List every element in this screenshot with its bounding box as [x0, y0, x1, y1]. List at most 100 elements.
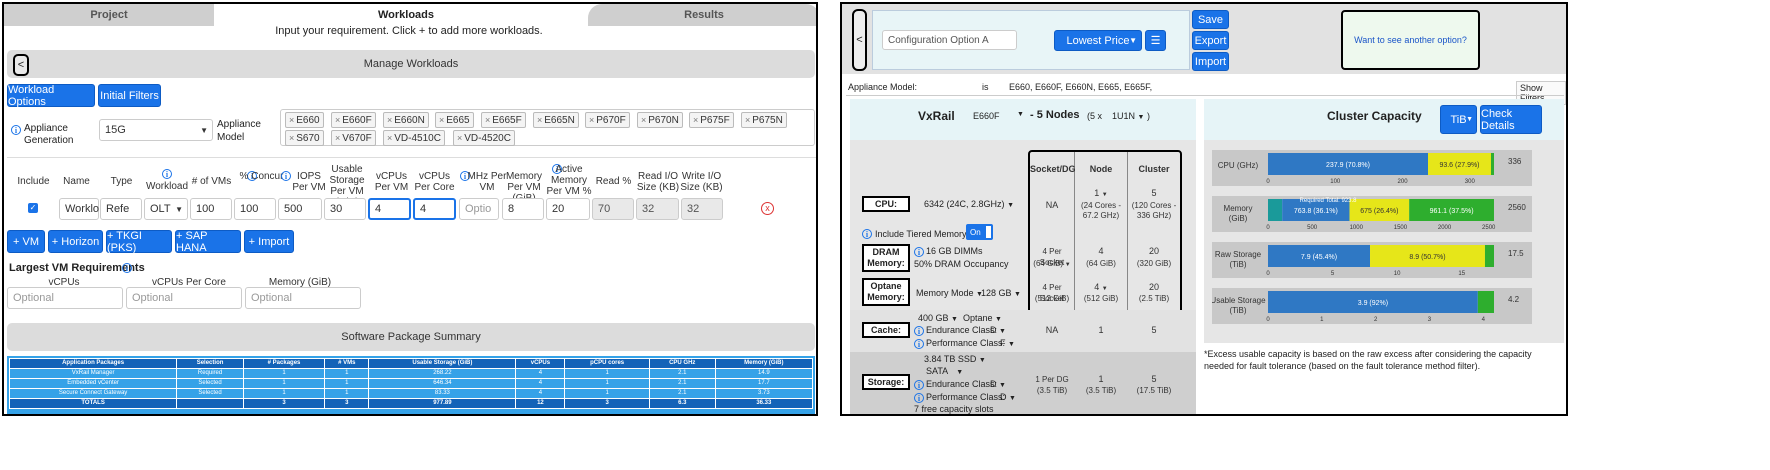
import-button[interactable]: Import [1192, 52, 1229, 71]
initial-filters-button[interactable]: Initial Filters [98, 84, 161, 107]
model-select[interactable]: E660F ▼ [973, 111, 1024, 121]
type-select[interactable]: Refe [100, 198, 142, 220]
add-tkgi-button[interactable]: + TKGI (PKS) [106, 230, 172, 254]
tiered-toggle[interactable]: On [966, 224, 993, 240]
model-chip[interactable]: × VD-4520C [453, 130, 515, 146]
model-chip[interactable]: × E665F [481, 112, 526, 128]
optane-size-select[interactable]: 128 GB ▼ [981, 288, 1021, 298]
close-icon[interactable]: × [485, 115, 490, 125]
info-icon[interactable]: i [862, 229, 872, 239]
info-icon[interactable]: i [122, 263, 132, 273]
include-checkbox[interactable]: ✓ [28, 203, 38, 213]
optane-mode-select[interactable]: Memory Mode ▼ [916, 288, 983, 298]
add-import-button[interactable]: + Import [244, 230, 294, 253]
close-icon[interactable]: × [387, 133, 392, 143]
software-summary-title: Software Package Summary [341, 331, 481, 343]
close-icon[interactable]: × [387, 115, 392, 125]
appliance-gen-select[interactable]: 15G ▼ [99, 119, 213, 141]
hdr-write-io: Write I/O Size (KB) [680, 171, 723, 193]
largest-mem-input[interactable]: Optional [245, 287, 361, 309]
add-vm-button[interactable]: + VM [7, 230, 45, 253]
info-icon[interactable]: i [11, 125, 21, 135]
config-back-button[interactable]: < [852, 9, 867, 71]
back-button[interactable]: < [13, 54, 29, 76]
tab-workloads[interactable]: Workloads [226, 4, 586, 26]
check-details-button[interactable]: Check Details [1480, 105, 1542, 134]
remove-workload-button[interactable]: x [761, 202, 774, 215]
close-icon[interactable]: × [439, 115, 444, 125]
info-icon[interactable]: i [914, 380, 924, 390]
iops-input[interactable]: 500 [278, 198, 322, 220]
workload-options-button[interactable]: Workload Options [7, 84, 95, 108]
model-chip[interactable]: × V670F [331, 130, 376, 146]
cache-size-select[interactable]: 400 GB ▼ [918, 313, 958, 323]
close-icon[interactable]: × [745, 115, 750, 125]
info-icon[interactable]: i [914, 393, 924, 403]
close-icon[interactable]: × [589, 115, 594, 125]
close-icon[interactable]: × [537, 115, 542, 125]
vms-input[interactable]: 100 [190, 198, 232, 220]
largest-vcpus-core-input[interactable]: Optional [126, 287, 242, 309]
info-icon[interactable]: i [914, 326, 924, 336]
mhz-input[interactable]: Optio [459, 198, 499, 220]
storage-perf-select[interactable]: D ▼ [1000, 392, 1016, 402]
active-mem-input[interactable]: 20 [546, 198, 590, 220]
model-chip[interactable]: × S670 [285, 130, 324, 146]
storage-if-select[interactable]: SATA ▼ [926, 366, 963, 376]
info-icon[interactable]: i [914, 247, 924, 257]
tab-results[interactable]: Results [588, 4, 816, 26]
write-io-input[interactable]: 32 [681, 198, 723, 220]
cpu-node[interactable]: 1 ▼ [1075, 188, 1127, 201]
info-icon[interactable]: i [162, 169, 172, 179]
storage-endurance-select[interactable]: D ▼ [990, 379, 1006, 389]
table-cell: 2.1 [648, 368, 716, 379]
workload-select[interactable]: OLT ▼ [144, 198, 188, 220]
read-io-input[interactable]: 32 [636, 198, 679, 220]
dram-occ: 50% DRAM Occupancy [914, 259, 1009, 269]
cache-endurance-select[interactable]: D ▼ [990, 325, 1006, 335]
close-icon[interactable]: × [289, 133, 294, 143]
cache-type-select[interactable]: Optane ▼ [963, 313, 1002, 323]
close-icon[interactable]: × [693, 115, 698, 125]
concur-input[interactable]: 100 [234, 198, 276, 220]
save-button[interactable]: Save [1192, 10, 1229, 29]
model-chip[interactable]: × E665 [435, 112, 474, 128]
sort-select[interactable]: Lowest Price ▼ [1054, 30, 1142, 51]
usable-input[interactable]: 30 [324, 198, 366, 220]
vcpus-input[interactable]: 4 [368, 198, 411, 220]
model-chip[interactable]: × P675N [741, 112, 787, 128]
close-icon[interactable]: × [335, 115, 340, 125]
storage-size-select[interactable]: 3.84 TB SSD ▼ [924, 354, 986, 364]
menu-button[interactable]: ☰ [1145, 30, 1166, 51]
tab-project[interactable]: Project [4, 4, 214, 26]
name-input[interactable]: Worklo [59, 198, 99, 220]
info-icon[interactable]: i [914, 339, 924, 349]
dram-socket-sub[interactable]: (64 GiB) ▼ [1030, 258, 1074, 271]
model-chip[interactable]: × P670F [585, 112, 630, 128]
config-name-input[interactable]: Configuration Option A [882, 30, 1017, 50]
add-sap-hana-button[interactable]: + SAP HANA [175, 230, 241, 254]
model-chip[interactable]: × VD-4510C [383, 130, 445, 146]
close-icon[interactable]: × [641, 115, 646, 125]
export-button[interactable]: Export [1192, 31, 1229, 50]
close-icon[interactable]: × [457, 133, 462, 143]
model-chip[interactable]: × E660 [285, 112, 324, 128]
largest-vcpus-input[interactable]: Optional [7, 287, 123, 309]
vcpus-core-input[interactable]: 4 [413, 198, 456, 220]
cache-perf-select[interactable]: F ▼ [1000, 338, 1015, 348]
cpu-select[interactable]: 6342 (24C, 2.8GHz) ▼ [924, 199, 1014, 209]
model-chip[interactable]: × E660F [331, 112, 376, 128]
add-horizon-button[interactable]: + Horizon [48, 230, 103, 253]
another-option-link[interactable]: Want to see another option? [1341, 10, 1480, 70]
model-chip[interactable]: × P675F [689, 112, 734, 128]
unit-select[interactable]: TiB ▼ [1440, 105, 1477, 134]
close-icon[interactable]: × [289, 115, 294, 125]
model-chip[interactable]: × E665N [533, 112, 579, 128]
model-chip[interactable]: × E660N [383, 112, 429, 128]
model-chip[interactable]: × P670N [637, 112, 683, 128]
storage-node: 1 [1098, 374, 1104, 384]
close-icon[interactable]: × [335, 133, 340, 143]
mem-input[interactable]: 8 [502, 198, 544, 220]
form-select[interactable]: 1U1N ▼ ) [1112, 111, 1150, 121]
read-input[interactable]: 70 [592, 198, 634, 220]
